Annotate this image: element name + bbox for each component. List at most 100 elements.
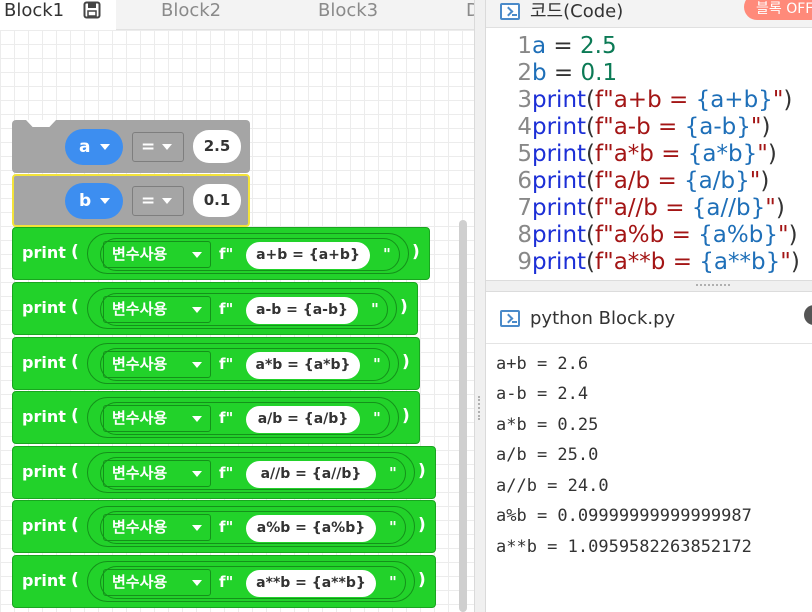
code-token: a (532, 33, 547, 59)
settings-icon[interactable] (804, 305, 812, 325)
code-line[interactable]: 5 print(f"a*b = {a*b}") (486, 141, 812, 168)
tab-next[interactable]: D (466, 0, 474, 30)
code-token: " (772, 87, 784, 113)
tab-label: Block1 (4, 0, 65, 21)
code-editor[interactable]: 1a = 2.5 2 b = 0.1 3 print(f"a+b = {a+b}") 4 p… (486, 29, 812, 280)
open-paren: ( (71, 242, 79, 262)
code-token: ( (586, 141, 596, 167)
format-string-input[interactable]: a/b = {a/b} (246, 406, 360, 433)
code-token: ) (775, 195, 785, 221)
save-icon[interactable] (83, 1, 101, 19)
use-variable-dropdown[interactable]: 변수사용 (103, 351, 211, 378)
variable-dropdown[interactable]: a (65, 129, 123, 165)
print-keyword: print (22, 462, 66, 481)
code-line[interactable]: 7 print(f"a//b = {a//b}") (486, 195, 812, 222)
argument-slot: 변수사용 f" a+b = {a+b} " (87, 233, 409, 274)
use-variable-label: 변수사용 (112, 300, 168, 318)
close-quote: " (389, 573, 397, 591)
format-string-input[interactable]: a**b = {a**b} (246, 570, 376, 597)
tab-block2[interactable]: Block2 (161, 0, 221, 30)
print-keyword: print (22, 571, 66, 590)
f-prefix: f" (219, 245, 234, 263)
close-paren: ) (402, 406, 410, 426)
format-string-input[interactable]: a*b = {a*b} (246, 352, 360, 379)
use-variable-dropdown[interactable]: 변수사용 (103, 569, 211, 596)
code-token: " (777, 222, 789, 248)
code-line[interactable]: 1a = 2.5 (486, 33, 812, 60)
value-input[interactable]: 2.5 (193, 130, 241, 163)
format-string-input[interactable]: a-b = {a-b} (246, 297, 358, 324)
code-token: f"a+b = (595, 87, 696, 113)
code-token: print (532, 249, 587, 275)
code-line[interactable]: 8 print(f"a%b = {a%b}") (486, 222, 812, 249)
operator-label: = (141, 137, 156, 157)
print-keyword: print (22, 407, 66, 426)
use-variable-dropdown[interactable]: 변수사용 (103, 296, 211, 323)
output-line: a-b = 2.4 (496, 384, 589, 404)
terminal-icon (500, 310, 520, 327)
code-token: print (532, 114, 587, 140)
fstring-block[interactable]: 변수사용 f" a/b = {a/b} " (100, 402, 390, 435)
format-string-input[interactable]: a%b = {a%b} (246, 515, 376, 542)
value-input[interactable]: 0.1 (193, 184, 241, 217)
assign-block-a[interactable]: a = 2.5 (12, 120, 250, 173)
fstring-block[interactable]: 변수사용 f" a%b = {a%b} " (100, 511, 406, 544)
print-block[interactable]: print ( 변수사용 f" a**b = {a**b} " ) (12, 555, 436, 608)
print-block[interactable]: print ( 변수사용 f" a+b = {a+b} " ) (12, 227, 430, 280)
chevron-down-icon (192, 525, 202, 531)
use-variable-dropdown[interactable]: 변수사용 (103, 460, 211, 487)
tab-block3[interactable]: Block3 (318, 0, 378, 30)
code-text: b = 0.1 (532, 60, 617, 87)
print-block[interactable]: print ( 변수사용 f" a/b = {a/b} " ) (12, 391, 420, 444)
code-line[interactable]: 3 print(f"a+b = {a+b}") (486, 87, 812, 114)
code-token: f"a*b = (595, 141, 688, 167)
fstring-block[interactable]: 변수사용 f" a*b = {a*b} " (100, 348, 390, 381)
close-quote: " (373, 355, 381, 373)
argument-slot: 변수사용 f" a-b = {a-b} " (87, 288, 397, 329)
format-string-input[interactable]: a//b = {a//b} (246, 461, 376, 488)
assign-block-b[interactable]: b = 0.1 (12, 174, 250, 227)
variable-dropdown[interactable]: b (65, 183, 123, 219)
code-line[interactable]: 4 print(f"a-b = {a-b}") (486, 114, 812, 141)
operator-dropdown[interactable]: = (132, 186, 184, 216)
code-text: print(f"a//b = {a//b}") (532, 195, 785, 222)
code-token: ) (761, 114, 771, 140)
tab-label: Block3 (318, 0, 379, 21)
argument-slot: 변수사용 f" a*b = {a*b} " (87, 343, 399, 384)
panel-splitter[interactable] (486, 280, 812, 292)
close-quote: " (371, 300, 379, 318)
use-variable-dropdown[interactable]: 변수사용 (103, 514, 211, 541)
tab-block1[interactable]: Block1 (0, 0, 116, 30)
f-prefix: f" (219, 409, 234, 427)
format-string-input[interactable]: a+b = {a+b} (246, 242, 370, 269)
code-token: 0.1 (580, 60, 618, 86)
code-token: ( (586, 87, 596, 113)
code-token: f"a%b = (595, 222, 699, 248)
close-paren: ) (412, 242, 420, 262)
fstring-block[interactable]: 변수사용 f" a//b = {a//b} " (100, 457, 406, 490)
close-quote: " (383, 245, 391, 263)
close-quote: " (389, 464, 397, 482)
code-token: ( (586, 114, 596, 140)
panel-divider[interactable] (474, 0, 486, 612)
use-variable-label: 변수사용 (112, 464, 168, 482)
code-token: {a/b} (684, 168, 750, 194)
print-block[interactable]: print ( 변수사용 f" a//b = {a//b} " ) (12, 446, 436, 499)
print-block[interactable]: print ( 변수사용 f" a*b = {a*b} " ) (12, 337, 420, 390)
operator-dropdown[interactable]: = (132, 132, 184, 162)
fstring-block[interactable]: 변수사용 f" a+b = {a+b} " (100, 238, 400, 271)
code-token: f"a**b = (595, 249, 700, 275)
fstring-block[interactable]: 변수사용 f" a**b = {a**b} " (100, 566, 406, 599)
print-block[interactable]: print ( 변수사용 f" a%b = {a%b} " ) (12, 500, 436, 553)
use-variable-dropdown[interactable]: 변수사용 (103, 241, 211, 268)
fstring-block[interactable]: 변수사용 f" a-b = {a-b} " (100, 293, 388, 326)
print-block[interactable]: print ( 변수사용 f" a-b = {a-b} " ) (12, 282, 418, 335)
workspace-scrollbar[interactable] (459, 220, 467, 612)
code-token: ( (586, 195, 596, 221)
code-line[interactable]: 6 print(f"a/b = {a/b}") (486, 168, 812, 195)
code-line[interactable]: 9 print(f"a**b = {a**b}") (486, 249, 812, 276)
use-variable-dropdown[interactable]: 변수사용 (103, 405, 211, 432)
block-workspace[interactable]: a = 2.5 b = 0.1 print ( 변수사용 f" a+b = {a… (0, 30, 474, 612)
code-line[interactable]: 2b = 0.1 (486, 60, 812, 87)
block-toggle-button[interactable]: 블록 OFF (744, 0, 812, 20)
